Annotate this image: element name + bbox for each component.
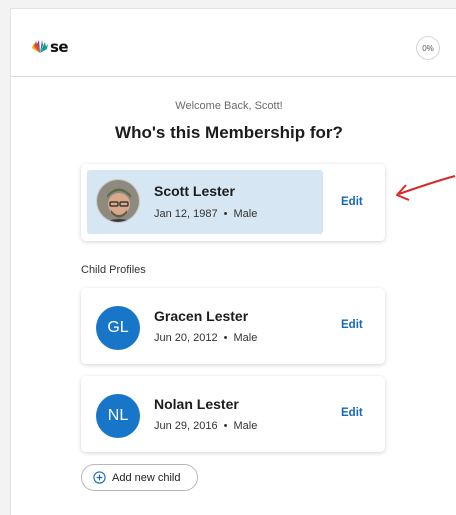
primary-member-card[interactable]: Scott Lester Jan 12, 1987 • Male Edit xyxy=(81,164,385,241)
separator-dot: • xyxy=(223,420,228,432)
child-name: Nolan Lester xyxy=(154,396,239,412)
annotation-arrow-icon xyxy=(396,175,456,201)
child-profile-card[interactable]: GL Gracen Lester Jun 20, 2012 • Male Edit xyxy=(81,288,385,364)
page-header: se 0% xyxy=(11,9,456,77)
peacock-icon xyxy=(32,40,48,53)
edit-button[interactable]: Edit xyxy=(341,407,363,419)
member-details: Jan 12, 1987 • Male xyxy=(154,208,257,220)
child-profiles-heading: Child Profiles xyxy=(81,264,146,276)
logo-text: se xyxy=(50,38,69,56)
progress-indicator: 0% xyxy=(416,36,440,60)
welcome-text: Welcome Back, Scott! xyxy=(175,100,283,112)
plus-circle-icon xyxy=(93,471,106,484)
child-dob: Jun 29, 2016 xyxy=(154,420,218,432)
add-child-label: Add new child xyxy=(112,471,181,484)
edit-button[interactable]: Edit xyxy=(341,319,363,331)
child-name: Gracen Lester xyxy=(154,308,249,324)
child-dob: Jun 20, 2012 xyxy=(154,332,218,344)
avatar: GL xyxy=(96,306,140,350)
avatar xyxy=(96,179,140,223)
child-sex: Male xyxy=(233,332,258,344)
member-dob: Jan 12, 1987 xyxy=(154,208,218,220)
separator-dot: • xyxy=(223,332,228,344)
page-title: Who's this Membership for? xyxy=(115,123,343,142)
avatar: NL xyxy=(96,394,140,438)
member-sex: Male xyxy=(233,208,258,220)
child-sex: Male xyxy=(233,420,258,432)
child-profile-card[interactable]: NL Nolan Lester Jun 29, 2016 • Male Edit xyxy=(81,376,385,452)
brand-logo[interactable]: se xyxy=(31,38,69,56)
child-details: Jun 20, 2012 • Male xyxy=(154,332,257,344)
profile-photo-icon xyxy=(97,180,139,222)
child-details: Jun 29, 2016 • Male xyxy=(154,420,257,432)
edit-button[interactable]: Edit xyxy=(341,196,363,208)
add-child-button[interactable]: Add new child xyxy=(81,464,198,491)
separator-dot: • xyxy=(223,208,228,220)
member-name: Scott Lester xyxy=(154,183,235,199)
